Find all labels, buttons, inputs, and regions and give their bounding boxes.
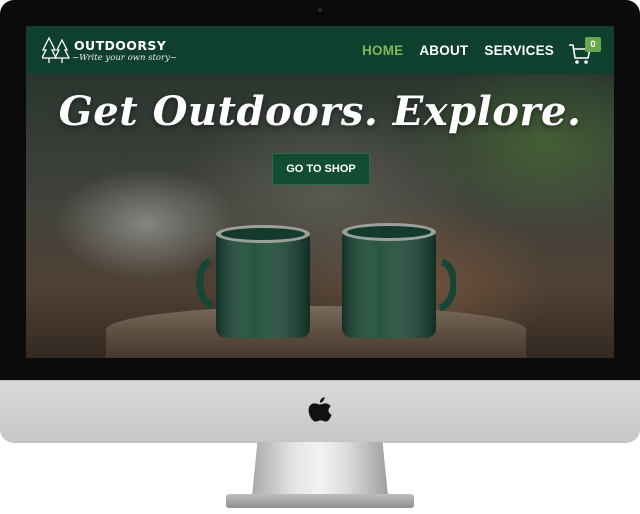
nav-about[interactable]: ABOUT xyxy=(419,43,468,58)
monitor-stand xyxy=(252,442,388,496)
cart-count-badge[interactable]: 0 xyxy=(585,37,601,52)
main-nav: HOME ABOUT SERVICES xyxy=(362,26,554,74)
navbar: OUTDOORSY ~Write your own story~ HOME AB… xyxy=(26,26,614,74)
brand-tagline: ~Write your own story~ xyxy=(72,53,178,63)
brand-name[interactable]: OUTDOORSY xyxy=(74,38,166,53)
camping-mugs-image xyxy=(196,223,456,338)
trees-icon[interactable] xyxy=(42,36,70,64)
apple-logo-icon xyxy=(308,397,332,422)
nav-home[interactable]: HOME xyxy=(362,43,403,58)
imac-mockup: OUTDOORSY ~Write your own story~ HOME AB… xyxy=(0,0,640,514)
nav-services[interactable]: SERVICES xyxy=(484,43,554,58)
hero-headline: Get Outdoors. Explore. xyxy=(58,88,582,135)
go-to-shop-button[interactable]: GO TO SHOP xyxy=(272,153,370,185)
monitor-stand-base xyxy=(226,494,414,508)
website-screen: OUTDOORSY ~Write your own story~ HOME AB… xyxy=(26,26,614,358)
webcam xyxy=(318,8,322,12)
